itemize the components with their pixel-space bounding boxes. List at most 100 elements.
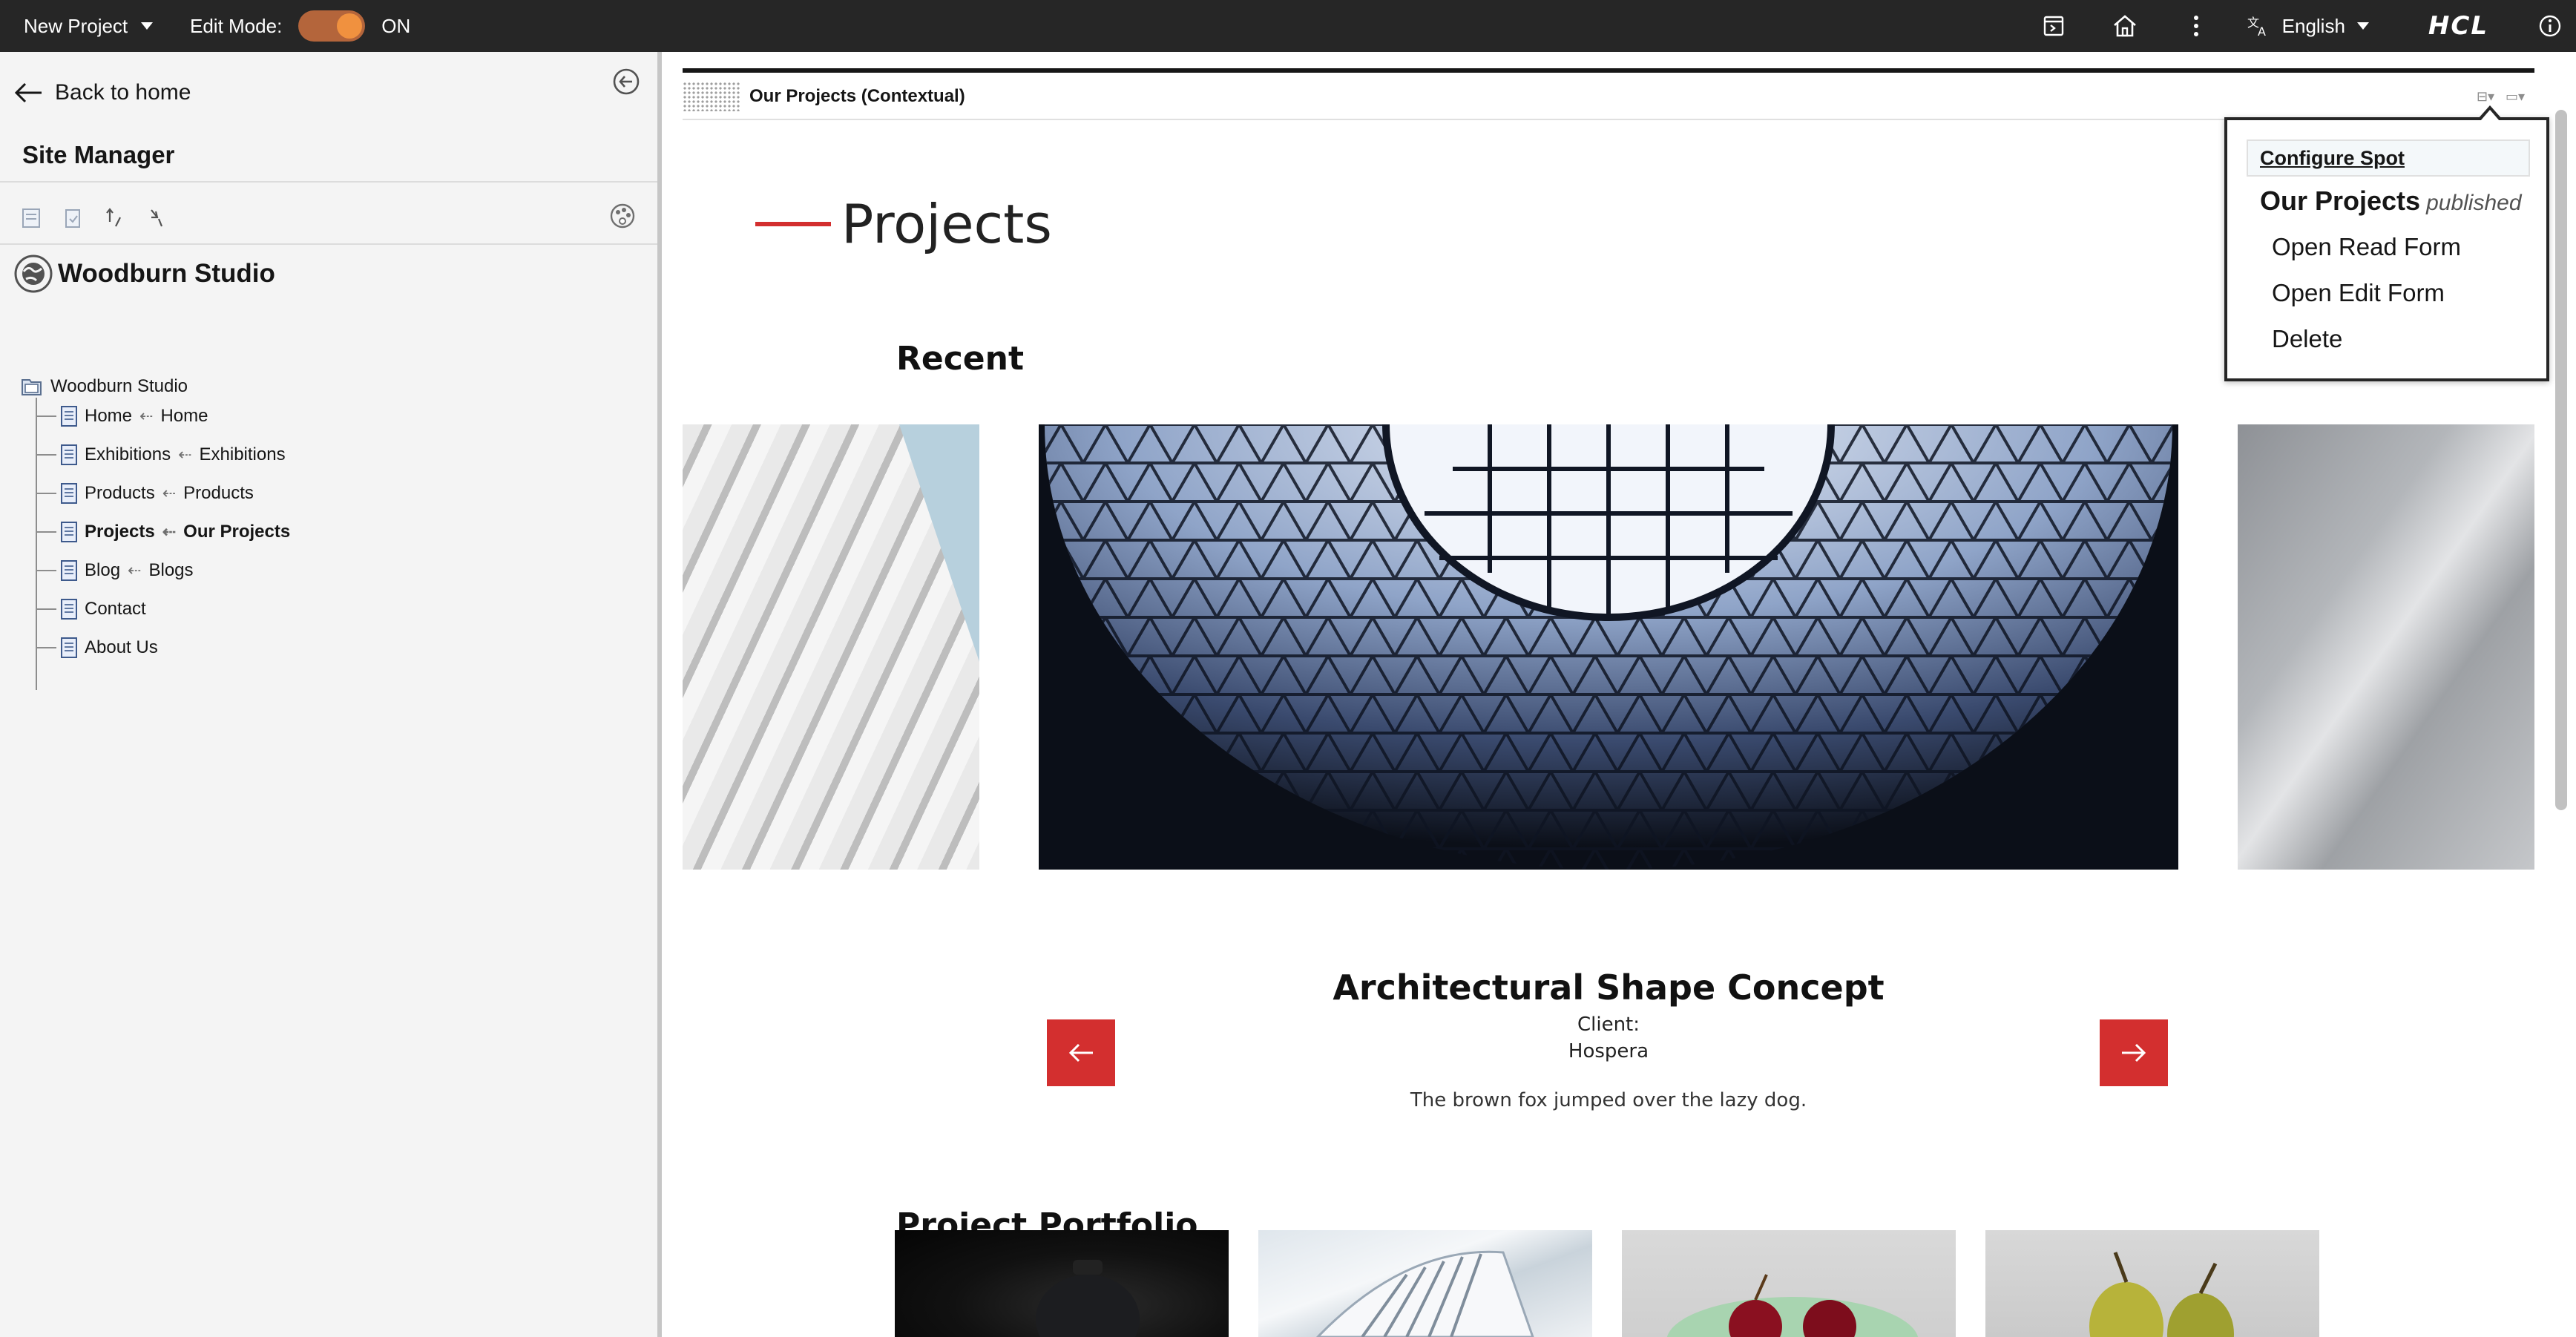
tree-item-about-us[interactable]: About Us <box>36 631 647 665</box>
top-bar-actions: 文A English HCL <box>2018 0 2576 52</box>
spot-title: Our Projects (Contextual) <box>749 86 965 106</box>
edit-mode-control: Edit Mode: ON <box>190 0 410 52</box>
tree-item-target: Home <box>160 406 208 426</box>
publish-status: published <box>2426 191 2522 215</box>
tree-item-home[interactable]: Home ⇠ Home <box>36 399 647 433</box>
tree-item-label: Projects <box>85 522 155 542</box>
back-to-home-link[interactable]: Back to home <box>13 80 191 105</box>
portfolio-thumbnail[interactable] <box>895 1230 1229 1337</box>
tree-item-label: Home <box>85 406 133 426</box>
language-selector[interactable]: 文A English <box>2232 0 2399 52</box>
link-arrow-icon: ⇠ <box>162 484 177 502</box>
portfolio-thumbnail[interactable] <box>1258 1230 1592 1337</box>
page-edit-icon <box>65 209 80 228</box>
info-button[interactable] <box>2524 0 2576 52</box>
open-edit-form-item[interactable]: Open Edit Form <box>2272 279 2445 307</box>
divider <box>0 181 657 183</box>
menu-item-title: Our Projects published <box>2260 185 2522 217</box>
portfolio-thumbnail[interactable] <box>1985 1230 2319 1337</box>
theme-button[interactable] <box>608 202 638 231</box>
divider <box>0 243 657 245</box>
home-icon <box>2113 15 2136 37</box>
client-name: Hospera <box>1568 1040 1649 1062</box>
tree-item-exhibitions[interactable]: Exhibitions ⇠ Exhibitions <box>36 438 647 472</box>
carousel-image-prev[interactable] <box>683 424 979 870</box>
open-read-form-item[interactable]: Open Read Form <box>2272 233 2461 261</box>
tree-branch <box>36 454 56 456</box>
tree-item-products[interactable]: Products ⇠ Products <box>36 476 647 510</box>
building-image <box>1315 1250 1534 1337</box>
tree-item-target: Our Projects <box>183 522 291 542</box>
configure-spot-link[interactable]: Configure Spot <box>2247 139 2530 177</box>
spot-header: Our Projects (Contextual) ⊟▾ ▭▾ <box>683 74 2534 120</box>
hcl-logo: HCL <box>2428 11 2488 41</box>
tree-branch <box>36 415 56 417</box>
edit-page-button[interactable] <box>62 206 83 230</box>
collapse-sidebar-button[interactable] <box>611 67 641 96</box>
link-arrow-icon: ⇠ <box>139 407 154 425</box>
tree-item-blog[interactable]: Blog ⇠ Blogs <box>36 553 647 588</box>
translate-icon: 文A <box>2247 16 2266 37</box>
move-down-button[interactable] <box>145 206 166 230</box>
preview-button[interactable] <box>2018 0 2089 52</box>
tree-item-target: Products <box>183 483 254 503</box>
link-arrow-icon: ⇠ <box>162 522 177 541</box>
overflow-menu-button[interactable] <box>2161 0 2232 52</box>
site-manager-sidebar: Back to home Site Manager Woodburn Studi… <box>0 52 662 1337</box>
link-arrow-icon: ⇠ <box>178 445 192 464</box>
carousel-image-next[interactable] <box>2238 424 2534 870</box>
tree-root-label: Woodburn Studio <box>50 376 188 396</box>
teapot-image <box>1036 1260 1140 1337</box>
carousel-next-button[interactable] <box>2100 1019 2168 1086</box>
page-icon <box>61 444 77 465</box>
tree-item-contact[interactable]: Contact <box>36 592 647 626</box>
tree-root-item[interactable]: Woodburn Studio <box>21 375 188 398</box>
page-add-icon <box>22 208 40 228</box>
palette-icon <box>610 203 635 229</box>
edit-mode-label: Edit Mode: <box>190 14 283 37</box>
info-icon <box>2539 15 2561 37</box>
spot-options-menu-icon[interactable]: ▭▾ <box>2500 88 2530 105</box>
carousel-image-current[interactable] <box>1039 424 2178 870</box>
carousel-prev-button[interactable] <box>1047 1019 1115 1086</box>
page-icon <box>61 406 77 427</box>
arrow-left-icon <box>1068 1043 1093 1062</box>
site-header: Woodburn Studio <box>13 254 275 294</box>
tree-branch <box>36 647 56 648</box>
sidebar-title: Site Manager <box>22 141 175 168</box>
project-selector[interactable]: New Project <box>24 0 154 52</box>
toggle-knob <box>337 13 363 39</box>
portfolio-thumbnail[interactable] <box>1622 1230 1956 1337</box>
edit-mode-toggle[interactable] <box>298 10 366 42</box>
glass-dome-image <box>1039 424 2178 870</box>
tree-item-label: Exhibitions <box>85 444 171 464</box>
top-bar: New Project Edit Mode: ON 文A English HCL <box>0 0 2576 52</box>
site-folder-icon <box>22 379 42 395</box>
drag-handle[interactable] <box>683 82 740 111</box>
new-page-button[interactable] <box>21 206 42 230</box>
tree-item-label: Products <box>85 483 155 503</box>
spot-layout-menu-icon[interactable]: ⊟▾ <box>2471 88 2500 105</box>
sidebar-toolbar <box>21 203 187 233</box>
tree-item-projects[interactable]: Projects ⇠ Our Projects <box>36 515 647 549</box>
vertical-scrollbar[interactable] <box>2555 110 2567 810</box>
tree-item-target: Exhibitions <box>199 444 286 464</box>
tree-branch <box>36 570 56 571</box>
move-up-button[interactable] <box>104 206 125 230</box>
home-button[interactable] <box>2089 0 2161 52</box>
delete-item[interactable]: Delete <box>2272 325 2342 353</box>
chevron-down-icon <box>2356 22 2369 30</box>
link-arrow-icon: ⇠ <box>128 561 142 579</box>
sky-shape <box>899 424 979 662</box>
projects-heading: Projects <box>755 193 1052 255</box>
project-selector-label: New Project <box>24 14 128 37</box>
recent-heading: Recent <box>896 340 1025 378</box>
menu-item-name: Our Projects <box>2260 185 2421 216</box>
site-name: Woodburn Studio <box>58 259 275 288</box>
chevron-down-icon <box>141 22 154 30</box>
project-name: Architectural Shape Concept <box>1333 968 1885 1008</box>
cherries-image <box>1666 1274 1919 1337</box>
tree-branch <box>36 531 56 533</box>
page-icon <box>61 599 77 620</box>
pears-image <box>2089 1252 2234 1337</box>
